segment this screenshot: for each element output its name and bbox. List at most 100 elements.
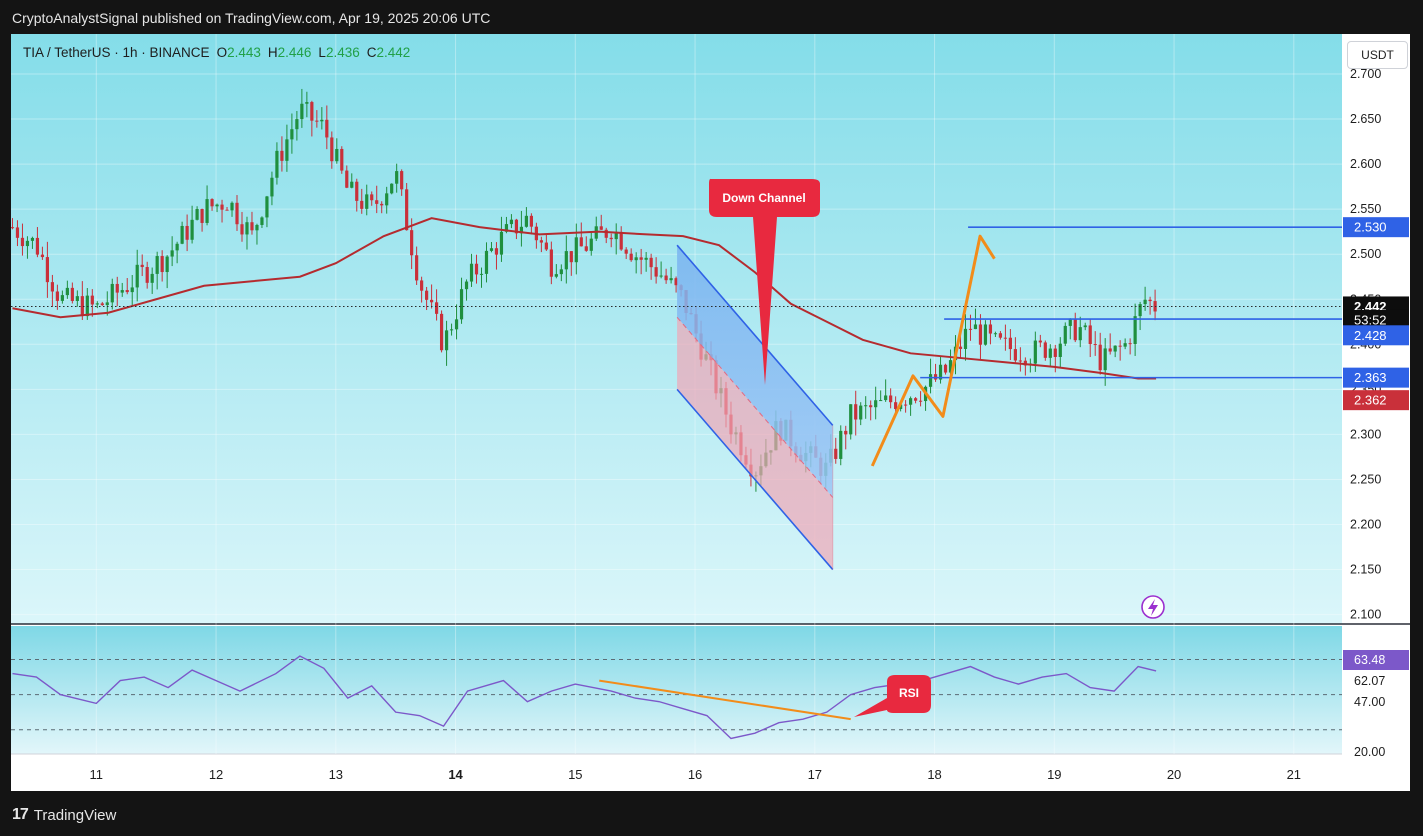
candle-body-42: [220, 204, 224, 210]
candle-body-126: [639, 257, 643, 260]
candle-body-90: [459, 289, 464, 320]
time-tick-1: 12: [209, 767, 223, 782]
time-tick-5: 16: [688, 767, 702, 782]
candle-body-8: [50, 282, 54, 292]
candle-body-10: [60, 295, 64, 301]
candle-body-40: [210, 199, 214, 207]
candle-body-31: [165, 256, 169, 273]
candle-body-26: [140, 264, 144, 268]
candle-body-200: [1008, 337, 1012, 350]
candle-body-172: [869, 405, 873, 408]
candle-body-76: [390, 183, 394, 194]
candle-body-103: [524, 215, 529, 227]
candle-body-59: [305, 102, 309, 104]
time-tick-9: 20: [1167, 767, 1181, 782]
candle-body-37: [195, 208, 199, 220]
candle-body-122: [619, 231, 623, 250]
candle-body-165: [834, 448, 838, 459]
time-tick-0: 11: [90, 767, 104, 782]
time-tick-7: 18: [927, 767, 941, 782]
candle-body-49: [255, 224, 259, 231]
candle-body-12: [70, 287, 74, 301]
candle-body-68: [350, 181, 354, 188]
candle-body-60: [310, 102, 314, 121]
candle-body-113: [574, 237, 578, 263]
candle-body-118: [599, 226, 603, 230]
candle-body-19: [105, 302, 109, 306]
price-label-3: 2.428: [1354, 328, 1387, 343]
candle-body-2: [20, 237, 25, 247]
candle-body-75: [385, 193, 389, 206]
currency-button[interactable]: USDT: [1347, 41, 1408, 69]
candle-body-223: [1123, 343, 1127, 347]
candle-body-173: [874, 400, 878, 408]
ohlc-high: H2.446: [267, 45, 312, 60]
candle-body-9: [55, 291, 59, 301]
candle-body-1: [15, 227, 20, 238]
candle-body-196: [988, 324, 993, 334]
chart-canvas[interactable]: 2.1002.1502.2002.2502.3002.3502.4002.450…: [11, 34, 1410, 791]
rsi-callout-label: RSI: [899, 686, 919, 700]
candle-body-65: [335, 148, 339, 162]
candle-body-208: [1048, 348, 1052, 358]
candle-body-97: [494, 248, 499, 255]
candle-body-6: [40, 254, 45, 258]
candle-body-69: [355, 181, 359, 201]
candle-body-86: [439, 313, 444, 351]
candle-body-131: [664, 275, 668, 281]
candle-body-220: [1108, 348, 1112, 352]
price-tick-0: 2.100: [1350, 608, 1381, 622]
rsi-tick-0: 20.00: [1354, 745, 1385, 759]
rsi-value-badge-text: 63.48: [1354, 653, 1385, 667]
candle-body-53: [275, 150, 279, 178]
candle-body-225: [1133, 316, 1137, 345]
candle-body-217: [1093, 344, 1097, 346]
candle-body-41: [215, 204, 219, 207]
candle-body-91: [464, 281, 469, 290]
candle-body-28: [150, 273, 154, 283]
candle-body-17: [95, 303, 99, 305]
ohlc-low: L2.436: [318, 45, 360, 60]
candle-body-109: [554, 274, 558, 277]
candle-body-71: [365, 194, 369, 209]
candle-body-66: [340, 148, 344, 171]
candle-body-191: [963, 328, 968, 349]
candle-body-110: [559, 269, 563, 275]
candle-body-81: [415, 255, 419, 281]
candle-body-30: [160, 256, 164, 273]
candle-body-47: [245, 222, 249, 235]
candle-body-24: [130, 287, 134, 293]
candle-body-182: [918, 400, 923, 402]
candle-body-213: [1073, 319, 1077, 341]
candle-body-170: [859, 405, 863, 420]
candle-body-227: [1143, 299, 1147, 305]
time-tick-2: 13: [329, 767, 343, 782]
price-tick-10: 2.600: [1350, 157, 1381, 171]
candle-body-73: [375, 200, 379, 204]
candle-body-23: [125, 290, 129, 293]
candle-body-55: [285, 139, 289, 161]
candle-body-108: [549, 249, 553, 277]
candle-body-215: [1083, 325, 1087, 328]
candle-body-45: [235, 202, 239, 225]
candle-body-206: [1038, 340, 1042, 343]
candle-body-15: [85, 295, 89, 317]
price-tick-8: 2.500: [1350, 247, 1381, 261]
candle-body-129: [654, 267, 658, 277]
footer-brand[interactable]: 17 TradingView: [12, 804, 116, 826]
candle-body-202: [1018, 360, 1022, 362]
lightning-icon[interactable]: [1141, 595, 1165, 619]
price-tick-12: 2.700: [1350, 67, 1381, 81]
candle-body-180: [909, 398, 913, 405]
candle-body-21: [115, 283, 119, 293]
candle-body-194: [978, 324, 983, 345]
candle-body-39: [205, 199, 209, 223]
candle-body-18: [100, 303, 104, 306]
candle-body-67: [345, 170, 349, 188]
candle-body-50: [260, 217, 264, 225]
candle-body-4: [30, 237, 35, 241]
candle-body-95: [484, 250, 489, 274]
candle-body-125: [634, 257, 638, 261]
candle-body-57: [295, 119, 299, 130]
footer-brand-text: TradingView: [33, 806, 117, 824]
